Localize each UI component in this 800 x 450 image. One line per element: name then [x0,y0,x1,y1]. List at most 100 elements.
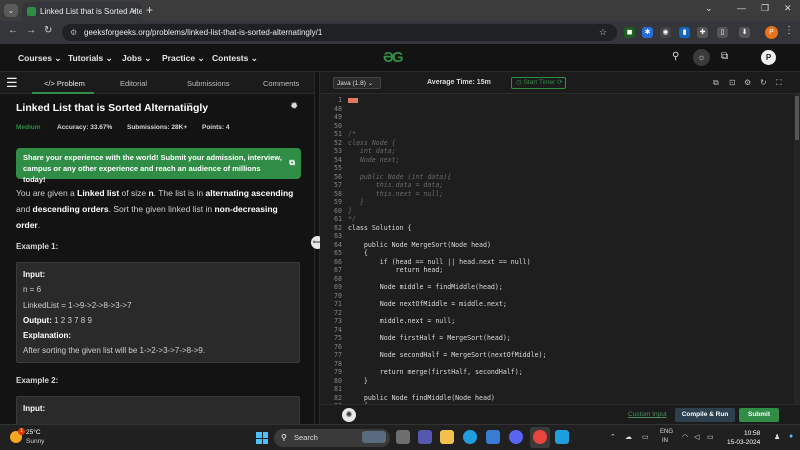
store-icon[interactable] [486,430,500,444]
extension-icon[interactable]: ◉ [660,27,671,38]
code-line[interactable]: 78 [320,360,794,369]
close-tab-icon[interactable]: × [132,2,137,21]
weather-temp[interactable]: 25°C [26,429,41,436]
code-line[interactable]: 66 if (head == null || head.next == null… [320,258,794,267]
tab-editorial[interactable]: Editorial [120,79,147,88]
volume-icon[interactable]: ◁ [694,433,699,441]
tab-submissions[interactable]: Submissions [187,79,230,88]
user-avatar[interactable]: P [761,50,776,65]
site-info-icon[interactable]: ⚙ [70,24,77,41]
code-line[interactable]: 54 Node next; [320,156,794,165]
code-line[interactable]: 50 [320,122,794,131]
code-line[interactable]: 69 Node middle = findMiddle(head); [320,283,794,292]
theme-toggle-icon[interactable]: ☼ [693,49,710,66]
fullscreen-icon[interactable]: ⛶ [776,78,782,88]
code-line[interactable]: 72 [320,309,794,318]
cloud-icon[interactable]: ☁ [625,433,632,441]
code-line[interactable]: 65 { [320,249,794,258]
clock[interactable]: 10:58 15-03-2024 [727,429,760,447]
code-line[interactable]: 56 public Node (int data){ [320,173,794,182]
sidepanel-icon[interactable]: ▯ [717,27,728,38]
translate-icon[interactable]: ⧉ [721,51,728,62]
code-line[interactable]: 51 /* [320,130,794,139]
code-line[interactable]: 61 */ [320,215,794,224]
extension-icon[interactable]: ✱ [642,27,653,38]
teams-icon[interactable] [418,430,432,444]
nav-jobs[interactable]: Jobs ⌄ [122,53,151,64]
code-line[interactable]: 48 [320,105,794,114]
language-select[interactable]: Java (1.8) ⌄ [333,77,381,89]
code-line[interactable]: 75 Node firstHalf = MergeSort(head); [320,334,794,343]
code-line[interactable]: 68 [320,275,794,284]
code-line[interactable]: 67 return head; [320,266,794,275]
code-line[interactable]: 76 [320,343,794,352]
tab-search-icon[interactable]: ⌄ [4,4,18,17]
tab-comments[interactable]: Comments [263,79,299,88]
code-line[interactable]: 81 [320,385,794,394]
nav-tutorials[interactable]: Tutorials ⌄ [68,53,113,64]
chrome-icon[interactable] [533,430,547,444]
custom-input-link[interactable]: Custom Input [628,411,667,418]
maximize-button[interactable]: ❐ [761,3,769,14]
battery-icon[interactable]: ▭ [707,433,714,441]
new-tab-button[interactable]: + [146,3,153,17]
code-line[interactable]: 49 [320,113,794,122]
wifi-icon[interactable]: ◠ [682,433,688,441]
code-line[interactable]: 70 [320,292,794,301]
profile-avatar[interactable]: P [765,26,778,39]
scrollbar-thumb[interactable] [795,96,799,140]
bookmark-icon[interactable]: ⍞ [187,102,192,113]
code-line[interactable]: 74 [320,326,794,335]
close-window-button[interactable]: ✕ [784,3,792,14]
reload-icon[interactable]: ↻ [44,25,52,36]
address-bar[interactable]: ⚙ geeksforgeeks.org/problems/linked-list… [62,24,617,41]
folded-code-marker[interactable] [348,97,358,103]
reset-icon[interactable]: ↻ [760,78,767,87]
hint-bulb-icon[interactable]: ✺ [342,408,356,422]
tab-list-icon[interactable]: ⌄ [705,3,713,14]
vscode-icon[interactable] [555,430,569,444]
show-hidden-icons[interactable]: ⌃ [610,433,616,441]
extensions-puzzle-icon[interactable]: ✚ [697,27,708,38]
extension-icon[interactable]: ◼ [624,27,635,38]
nav-contests[interactable]: Contests ⌄ [212,53,258,64]
code-line[interactable]: 53 int data; [320,147,794,156]
code-line[interactable]: 64 public Node MergeSort(Node head) [320,241,794,250]
code-line[interactable]: 55 [320,164,794,173]
code-editor[interactable]: 1 48 49 50 51/* 52 class Node {53 int data; 54 … [320,94,794,404]
code-line[interactable]: 59 } [320,198,794,207]
code-line[interactable]: 71 Node nextOfMiddle = middle.next; [320,300,794,309]
notification-bell-icon[interactable]: ♟ [774,433,780,441]
code-line[interactable]: 60} [320,207,794,216]
start-timer-button[interactable]: ◷ Start Timer ⟳ [511,77,566,89]
gfg-logo[interactable]: ƏG [383,49,404,66]
lang-in[interactable]: IN [662,438,668,444]
code-line[interactable]: 82 public Node findMiddle(Node head) [320,394,794,403]
discord-icon[interactable] [509,430,523,444]
code-line[interactable]: 80 } [320,377,794,386]
lang-eng[interactable]: ENG [660,429,673,435]
forward-icon[interactable]: → [26,25,36,36]
code-line[interactable]: 63 [320,232,794,241]
edge-icon[interactable] [463,430,477,444]
chrome-menu-icon[interactable]: ⋮ [784,25,794,36]
code-line[interactable]: 62 class Solution { [320,224,794,233]
code-line[interactable]: 1 [320,96,794,105]
submit-button[interactable]: Submit [739,408,779,422]
code-line[interactable]: 52 class Node { [320,139,794,148]
printer-icon[interactable]: ▭ [642,433,649,441]
bookmark-star-icon[interactable]: ☆ [599,24,607,41]
settings-icon[interactable]: ⚙ [744,78,751,87]
task-view-icon[interactable] [396,430,410,444]
copilot-icon[interactable]: ● [789,433,793,440]
template-icon[interactable]: ⊡ [729,78,736,87]
code-line[interactable]: 57 this.data = data; [320,181,794,190]
back-icon[interactable]: ← [8,25,18,36]
report-bug-icon[interactable]: ✹ [290,101,298,112]
code-line[interactable]: 58 this.next = null; [320,190,794,199]
download-icon[interactable]: ⬇ [739,27,750,38]
nav-practice[interactable]: Practice ⌄ [162,53,205,64]
menu-icon[interactable]: ☰ [6,75,18,91]
minimize-button[interactable]: — [737,3,746,13]
code-line[interactable]: 77 Node secondHalf = MergeSort(nextOfMid… [320,351,794,360]
